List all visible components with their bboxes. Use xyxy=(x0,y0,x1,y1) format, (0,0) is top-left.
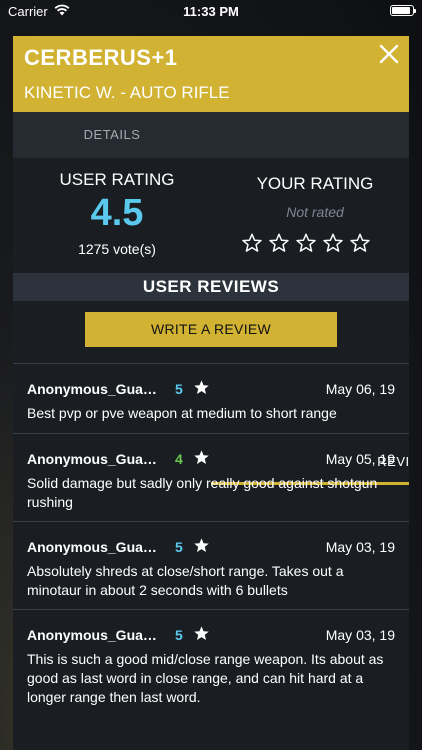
your-rating-stars xyxy=(241,232,371,254)
review-score: 5 xyxy=(175,627,183,643)
weapon-title: CERBERUS+1 xyxy=(24,45,178,70)
star-icon xyxy=(194,538,209,553)
review-item: Anonymous_Gua… 4 May 05, 19 Solid damage… xyxy=(13,433,409,522)
star-icon xyxy=(194,626,209,641)
review-text: This is such a good mid/close range weap… xyxy=(27,651,384,705)
review-text: Solid damage but sadly only really good … xyxy=(27,475,378,510)
user-rating-label: USER RATING xyxy=(59,170,175,189)
weapon-review-card: CERBERUS+1 KINETIC W. - AUTO RIFLE DETAI… xyxy=(13,36,409,750)
star-outline-icon[interactable] xyxy=(241,232,263,254)
review-score: 4 xyxy=(175,451,183,467)
star-outline-icon[interactable] xyxy=(322,232,344,254)
user-reviews-heading: USER REVIEWS xyxy=(13,273,409,301)
review-author: Anonymous_Gua… xyxy=(27,539,157,555)
review-author: Anonymous_Gua… xyxy=(27,627,157,643)
user-rating-votes: 1275 vote(s) xyxy=(78,241,156,257)
close-icon[interactable] xyxy=(379,44,399,64)
your-rating-status: Not rated xyxy=(286,204,344,220)
star-icon xyxy=(194,380,209,395)
battery-icon xyxy=(390,5,416,16)
status-bar: Carrier 11:33 PM xyxy=(0,0,422,22)
review-date: May 03, 19 xyxy=(325,627,395,643)
status-time: 11:33 PM xyxy=(183,4,239,19)
review-item: Anonymous_Gua… 5 May 03, 19 This is such… xyxy=(13,609,409,720)
star-icon xyxy=(194,450,209,465)
tab-bar: DETAILS REVIEWS xyxy=(13,112,409,485)
tab-details[interactable]: DETAILS xyxy=(13,112,211,158)
review-date: May 06, 19 xyxy=(325,381,395,397)
star-outline-icon[interactable] xyxy=(295,232,317,254)
review-text: Best pvp or pve weapon at medium to shor… xyxy=(27,405,337,421)
review-author: Anonymous_Gua… xyxy=(27,381,157,397)
review-item: Anonymous_Gua… 5 May 06, 19 Best pvp or … xyxy=(13,363,409,434)
review-date: May 03, 19 xyxy=(325,539,395,555)
review-item: Anonymous_Gua… 5 May 03, 19 Absolutely s… xyxy=(13,521,409,610)
review-score: 5 xyxy=(175,539,183,555)
review-score: 5 xyxy=(175,381,183,397)
review-text: Absolutely shreds at close/short range. … xyxy=(27,563,344,598)
user-rating-value: 4.5 xyxy=(90,192,144,234)
your-rating-label: YOUR RATING xyxy=(256,174,374,193)
rating-panel: USER RATING 4.5 1275 vote(s) YOUR RATING… xyxy=(13,158,409,273)
review-date: May 05, 19 xyxy=(325,451,395,467)
weapon-subtitle: KINETIC W. - AUTO RIFLE xyxy=(24,83,230,102)
star-outline-icon[interactable] xyxy=(268,232,290,254)
weapon-header: CERBERUS+1 KINETIC W. - AUTO RIFLE xyxy=(13,36,409,112)
write-review-button[interactable]: WRITE A REVIEW xyxy=(85,312,337,347)
review-author: Anonymous_Gua… xyxy=(27,451,157,467)
star-outline-icon[interactable] xyxy=(349,232,371,254)
